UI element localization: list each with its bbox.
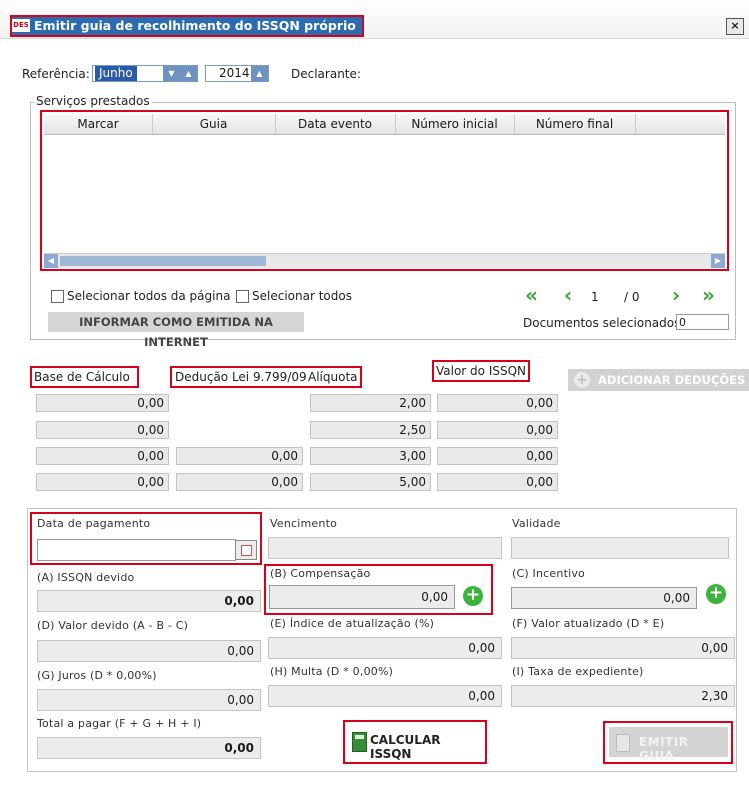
base-field[interactable]: 0,00 [36, 394, 169, 412]
vencimento-field [268, 537, 502, 559]
ano-input[interactable]: 2014 ▲ [205, 65, 269, 82]
multa-field: 0,00 [268, 685, 502, 707]
mes-select[interactable]: Junho ▼ ▲ [92, 65, 198, 82]
servicos-group-label: Serviços prestados [34, 94, 152, 108]
juros-label: (G) Juros (D * 0,00%) [37, 669, 157, 682]
select-all-checkbox[interactable] [236, 290, 249, 303]
select-page-label: Selecionar todos da página [67, 289, 231, 303]
dialog-window: Emitir guia de recolhimento do ISSQN pró… [0, 0, 749, 785]
add-incentivo-icon[interactable]: + [706, 584, 726, 604]
compensacao-field[interactable]: 0,00 [269, 585, 455, 609]
base-field[interactable]: 0,00 [36, 447, 169, 465]
indice-atualizacao-field: 0,00 [268, 637, 502, 659]
next-page-icon[interactable]: › [672, 285, 680, 305]
informar-emitida-button[interactable]: INFORMAR COMO EMITIDA NA INTERNET [48, 312, 304, 349]
grid-header: Marcar Guia Data evento Número inicial N… [44, 114, 725, 135]
total-pagar-field: 0,00 [37, 737, 261, 759]
multa-label: (H) Multa (D * 0,00%) [270, 665, 394, 678]
issqn-devido-label: (A) ISSQN devido [37, 571, 135, 584]
adicionar-deducoes-label: ADICIONAR DEDUÇÕES [598, 373, 746, 387]
col-guia[interactable]: Guia [152, 114, 276, 134]
validade-label: Validade [512, 517, 561, 530]
valor-field: 0,00 [437, 473, 558, 491]
taxa-expediente-field: 2,30 [511, 685, 735, 707]
adicionar-deducoes-button[interactable]: + ADICIONAR DEDUÇÕES [568, 369, 749, 391]
data-pagamento-label: Data de pagamento [37, 517, 151, 530]
valor-issqn-label: Valor do ISSQN [436, 364, 527, 378]
close-button[interactable]: × [726, 18, 744, 35]
first-page-icon[interactable]: « [525, 285, 538, 305]
calcular-issqn-button[interactable]: CALCULAR ISSQN [350, 729, 482, 761]
select-page-checkbox[interactable] [51, 290, 64, 303]
incentivo-label: (C) Incentivo [512, 567, 585, 580]
data-pagamento-input[interactable] [37, 539, 236, 561]
valor-atualizado-field: 0,00 [511, 637, 735, 659]
page-current: 1 [591, 290, 599, 304]
document-icon [616, 734, 630, 752]
last-page-icon[interactable]: » [702, 285, 715, 305]
col-numero-inicial[interactable]: Número inicial [395, 114, 515, 134]
scroll-right-icon[interactable]: ▶ [711, 254, 725, 268]
incentivo-field[interactable]: 0,00 [511, 587, 697, 609]
valor-field: 0,00 [437, 421, 558, 439]
declarante-label: Declarante: [291, 67, 361, 81]
app-logo-icon: DES [12, 19, 30, 32]
base-field[interactable]: 0,00 [36, 473, 169, 491]
juros-field: 0,00 [37, 689, 261, 711]
plus-icon: + [574, 372, 590, 388]
scroll-thumb[interactable] [60, 256, 266, 266]
aliquota-label: Alíquota [308, 370, 358, 384]
aliquota-field: 2,50 [310, 421, 431, 439]
compensacao-label: (B) Compensação [270, 567, 371, 580]
documentos-selecionados-label: Documentos selecionados [523, 316, 681, 330]
add-compensacao-icon[interactable]: + [463, 586, 483, 606]
aliquota-field: 2,00 [310, 394, 431, 412]
base-calculo-label: Base de Cálculo [34, 370, 130, 384]
chevron-down-icon[interactable]: ▼ [163, 66, 180, 81]
page-total: / 0 [624, 290, 640, 304]
aliquota-field: 5,00 [310, 473, 431, 491]
emitir-guia-button[interactable]: EMITIR GUIA [609, 727, 728, 763]
emitir-guia-label: EMITIR GUIA [639, 735, 689, 763]
valor-field: 0,00 [437, 447, 558, 465]
ano-value: 2014 [219, 66, 250, 80]
col-data-evento[interactable]: Data evento [275, 114, 396, 134]
window-title: Emitir guia de recolhimento do ISSQN pró… [34, 18, 356, 33]
validade-field [511, 537, 729, 559]
col-marcar[interactable]: Marcar [44, 114, 153, 134]
spinner-icon[interactable]: ▲ [180, 66, 197, 81]
valor-atualizado-label: (F) Valor atualizado (D * E) [512, 617, 665, 630]
base-field[interactable]: 0,00 [36, 421, 169, 439]
calendar-icon[interactable] [235, 540, 257, 560]
scroll-left-icon[interactable]: ◀ [44, 254, 58, 268]
valor-devido-field: 0,00 [37, 640, 261, 662]
calculator-icon [352, 732, 367, 752]
prev-page-icon[interactable]: ‹ [564, 285, 572, 305]
referencia-label: Referência: [22, 67, 90, 81]
aliquota-field: 3,00 [310, 447, 431, 465]
valor-field: 0,00 [437, 394, 558, 412]
deducao-field[interactable]: 0,00 [176, 447, 303, 465]
horizontal-scrollbar[interactable]: ◀ ▶ [44, 253, 725, 268]
spinner-icon[interactable]: ▲ [251, 66, 268, 81]
documentos-selecionados-field: 0 [676, 314, 729, 330]
indice-atualizacao-label: (E) Índice de atualização (%) [270, 617, 435, 630]
deducao-field[interactable]: 0,00 [176, 473, 303, 491]
deducao-label: Dedução Lei 9.799/09 [175, 370, 307, 384]
taxa-expediente-label: (I) Taxa de expediente) [512, 665, 644, 678]
window-title-box: Emitir guia de recolhimento do ISSQN pró… [10, 15, 364, 37]
calcular-issqn-label: CALCULAR ISSQN [370, 733, 441, 761]
total-pagar-label: Total a pagar (F + G + H + I) [37, 717, 202, 730]
col-numero-final[interactable]: Número final [514, 114, 636, 134]
valor-devido-label: (D) Valor devido (A - B - C) [37, 619, 189, 632]
mes-value: Junho [95, 66, 137, 81]
select-all-label: Selecionar todos [252, 289, 352, 303]
issqn-devido-field: 0,00 [37, 590, 261, 612]
vencimento-label: Vencimento [270, 517, 338, 530]
